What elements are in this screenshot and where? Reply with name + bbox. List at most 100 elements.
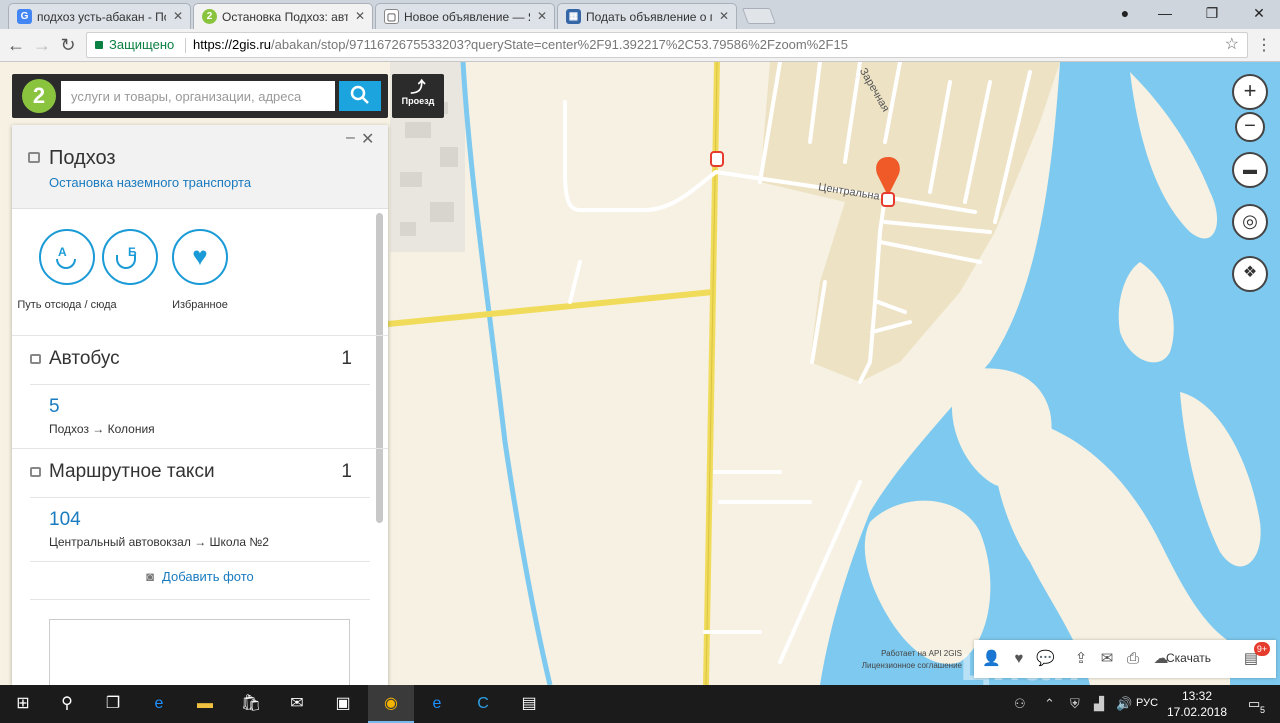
divider — [30, 497, 370, 498]
stop-type-link[interactable]: Остановка наземного транспорта — [49, 175, 251, 190]
stop-info-panel: Подхоз Остановка наземного транспорта – … — [12, 125, 388, 685]
route-action-label: Путь отсюда / сюда — [17, 299, 117, 311]
address-bar[interactable]: Защищено https://2gis.ru/abakan/stop/971… — [86, 32, 1248, 58]
close-icon[interactable]: ✕ — [719, 9, 729, 23]
notepad-icon[interactable]: ▤ — [506, 685, 552, 723]
geolocation-icon[interactable]: ◎ — [1232, 204, 1268, 240]
divider — [30, 384, 370, 385]
google-favicon-icon: G — [17, 9, 32, 24]
add-photo-label: Добавить фото — [162, 569, 254, 584]
route-number-link[interactable]: 5 — [49, 396, 60, 418]
search-icon[interactable]: ⚲ — [44, 685, 90, 723]
route-direction: Центральный автовокзал → Школа №2 — [49, 535, 269, 549]
maximize-icon[interactable]: ❐ — [1197, 3, 1227, 23]
print-icon[interactable]: ⎙ — [1124, 650, 1142, 668]
search-input[interactable] — [61, 81, 335, 111]
url-host: https://2gis.ru — [193, 37, 272, 52]
ruler-icon[interactable]: ▬ — [1232, 152, 1268, 188]
add-photo-button[interactable]: ◙ Добавить фото — [12, 569, 388, 584]
file-explorer-icon[interactable]: ▬ — [182, 685, 228, 723]
tab-title: Новое объявление — Я — [404, 10, 530, 24]
browser-tab-2gis[interactable]: 2 Остановка Подхоз: авто ✕ — [193, 3, 373, 30]
zoom-out-button[interactable]: − — [1235, 112, 1265, 142]
volume-icon[interactable]: 🔊 — [1116, 696, 1132, 712]
api-credit[interactable]: Работает на API 2GIS — [852, 648, 962, 660]
close-icon[interactable]: ✕ — [355, 9, 365, 23]
bus-stop-icon — [28, 152, 40, 163]
tab-title: Остановка Подхоз: авто — [222, 10, 348, 24]
share-icon[interactable]: ⇪ — [1072, 650, 1090, 668]
new-tab-button[interactable] — [742, 8, 776, 24]
mail-icon[interactable]: ✉ — [1098, 650, 1116, 668]
search-icon — [350, 85, 369, 104]
divider — [30, 599, 370, 600]
profile-icon[interactable]: ● — [1110, 3, 1140, 23]
section-title: Автобус — [49, 348, 120, 369]
network-icon[interactable]: ▟ — [1094, 696, 1104, 712]
close-icon[interactable]: ✕ — [173, 9, 183, 23]
license-link[interactable]: Лицензионное соглашение — [852, 660, 962, 672]
forward-arrow-icon[interactable]: → — [32, 35, 52, 55]
tab-title: подхоз усть-абакан - По — [37, 10, 166, 24]
route-button[interactable]: ⤴ Проезд — [392, 74, 444, 118]
notification-center-icon[interactable]: ▭ — [1248, 696, 1260, 712]
browser-toolbar: ← → ↻ Защищено https://2gis.ru/abakan/st… — [0, 29, 1280, 62]
app-icon[interactable]: ▣ — [320, 685, 366, 723]
url-text[interactable]: https://2gis.ru/abakan/stop/971167267553… — [193, 33, 848, 57]
page-favicon-icon: ▢ — [384, 9, 399, 24]
task-view-icon[interactable]: ❐ — [90, 685, 136, 723]
clock[interactable]: 13:32 17.02.2018 — [1164, 688, 1230, 720]
user-icon[interactable]: 👤 — [982, 650, 1001, 668]
window-close-icon[interactable]: ✕ — [1244, 3, 1274, 23]
download-button[interactable]: Скачать — [1166, 651, 1211, 665]
transport-section-bus: Автобус 1 5 Подхоз → Колония — [12, 335, 388, 447]
route-label: Проезд — [401, 96, 435, 106]
menu-dots-icon[interactable]: ⋮ — [1256, 35, 1272, 55]
favorite-action[interactable]: ♥ Избранное — [145, 229, 255, 311]
ccleaner-icon[interactable]: C — [460, 685, 506, 723]
heart-icon: ♥ — [172, 229, 228, 285]
chrome-icon[interactable]: ◉ — [368, 685, 414, 723]
favorite-label: Избранное — [172, 299, 228, 311]
security-icon[interactable]: ⛨ — [1070, 696, 1080, 712]
section-count: 1 — [341, 461, 352, 482]
heart-icon[interactable]: ♥ — [1010, 650, 1028, 668]
windows-taskbar: ⊞ ⚲ ❐ e ▬ 🛍 ✉ ▣ ◉ e C ▤ ⚇ ⌃ ⛨ ▟ 🔊 РУС 13… — [0, 685, 1280, 723]
internet-explorer-icon[interactable]: e — [414, 685, 460, 723]
store-icon[interactable]: 🛍 — [228, 685, 274, 723]
stop-title: Подхоз — [49, 147, 116, 169]
chat-icon[interactable]: 💬 — [1036, 650, 1055, 668]
2gis-logo-icon[interactable]: 2 — [22, 79, 56, 113]
route-direction: Подхоз → Колония — [49, 422, 155, 436]
layers-icon[interactable]: ❖ — [1232, 256, 1268, 292]
back-arrow-icon[interactable]: ← — [6, 35, 26, 55]
minimize-panel-icon[interactable]: – — [346, 129, 355, 147]
map-bottom-toolbar: 👤 ♥ 💬 ⇪ ✉ ⎙ ☁ Скачать ▤ 9+ — [974, 640, 1276, 678]
people-icon[interactable]: ⚇ — [1014, 696, 1026, 712]
transport-section-minibus: Маршрутное такси 1 104 Центральный автов… — [12, 448, 388, 560]
close-icon[interactable]: ✕ — [537, 9, 547, 23]
mail-icon[interactable]: ✉ — [274, 685, 320, 723]
browser-tab-yandex[interactable]: ▢ Новое объявление — Я ✕ — [375, 3, 555, 29]
reload-icon[interactable]: ↻ — [58, 35, 78, 55]
camera-icon: ◙ — [146, 569, 155, 584]
photo-upload-area[interactable] — [49, 619, 350, 685]
close-panel-icon[interactable]: ✕ — [361, 129, 374, 149]
language-indicator[interactable]: РУС — [1136, 697, 1158, 709]
chevron-up-icon[interactable]: ⌃ — [1044, 696, 1055, 712]
bookmark-star-icon[interactable]: ☆ — [1225, 33, 1239, 57]
edge-icon[interactable]: e — [136, 685, 182, 723]
divider — [30, 561, 370, 562]
browser-tab-ad[interactable]: ▦ Подать объявление о пр ✕ — [557, 3, 737, 29]
clock-time: 13:32 — [1181, 689, 1213, 703]
section-title: Маршрутное такси — [49, 461, 215, 482]
search-button[interactable] — [339, 81, 381, 111]
zoom-in-button[interactable]: + — [1232, 74, 1268, 110]
route-number-link[interactable]: 104 — [49, 509, 81, 531]
browser-tab-google[interactable]: G подхоз усть-абакан - По ✕ — [8, 3, 191, 29]
lock-icon — [95, 41, 103, 49]
windows-start-icon[interactable]: ⊞ — [0, 685, 46, 723]
secure-indicator[interactable]: Защищено — [95, 33, 174, 57]
minimize-icon[interactable]: — — [1150, 3, 1180, 23]
separator — [185, 38, 186, 53]
